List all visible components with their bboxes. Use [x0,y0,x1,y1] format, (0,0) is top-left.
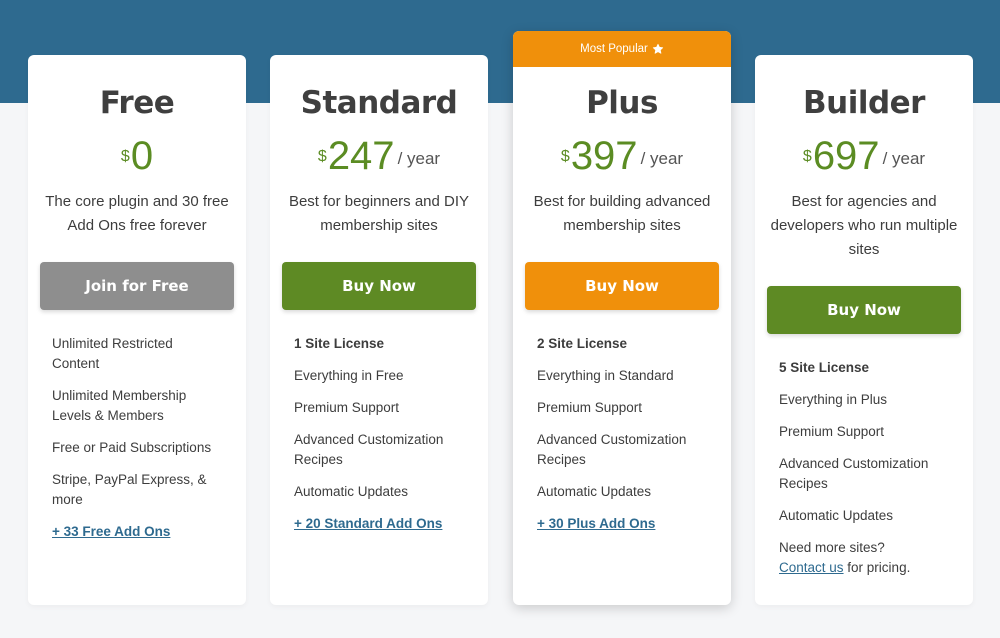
feature-list: 2 Site License Everything in Standard Pr… [537,334,707,534]
buy-now-standard-button[interactable]: Buy Now [282,262,476,310]
plan-price: $ 0 [28,134,246,178]
feature-item: Everything in Plus [779,392,888,407]
license-count: 1 Site License [294,336,385,351]
feature-item: Automatic Updates [294,484,409,499]
price-amount: 697 [812,134,880,178]
feature-item: Everything in Free [294,368,404,383]
plan-name: Plus [586,85,658,121]
feature-item: Free or Paid Subscriptions [52,440,212,455]
feature-list: 1 Site License Everything in Free Premiu… [294,334,464,534]
license-count: 5 Site License [779,360,870,375]
feature-item: Automatic Updates [779,508,894,523]
feature-item: Premium Support [779,424,885,439]
feature-item: Premium Support [294,400,400,415]
feature-item: Unlimited Restricted Content [52,336,173,371]
price-period: / year [640,149,684,168]
standard-addons-link[interactable]: + 20 Standard Add Ons [294,514,442,534]
feature-item: Unlimited Membership Levels & Members [52,388,187,423]
feature-item: Premium Support [537,400,643,415]
feature-item: Stripe, PayPal Express, & more [52,472,207,507]
more-sites-text: Need more sites? [779,540,885,555]
contact-suffix: for pricing. [843,560,911,575]
join-for-free-button[interactable]: Join for Free [40,262,234,310]
buy-now-builder-button[interactable]: Buy Now [767,286,961,334]
feature-item: Advanced Customization Recipes [294,432,444,467]
feature-list: 5 Site License Everything in Plus Premiu… [779,358,949,578]
price-period: / year [397,149,441,168]
more-sites-note: Need more sites? Contact us for pricing. [779,538,949,578]
license-count: 2 Site License [537,336,628,351]
plan-description: The core plugin and 30 free Add Ons free… [45,193,229,234]
buy-now-plus-button[interactable]: Buy Now [525,262,719,310]
plan-price: $ 697 / year [755,134,973,178]
plan-name: Builder [803,85,925,121]
feature-item: Everything in Standard [537,368,674,383]
plan-price: $ 247 / year [270,134,488,178]
price-amount: 247 [327,134,395,178]
price-period: / year [882,149,926,168]
plan-card-plus: Most Popular Plus $ 397 / year Best for … [513,31,731,605]
plan-card-standard: Standard $ 247 / year Best for beginners… [270,55,488,605]
feature-list: Unlimited Restricted Content Unlimited M… [52,334,222,542]
price-amount: 397 [570,134,638,178]
badge-label: Most Popular [580,43,648,55]
feature-item: Advanced Customization Recipes [537,432,687,467]
plus-addons-link[interactable]: + 30 Plus Add Ons [537,514,655,534]
feature-item: Automatic Updates [537,484,652,499]
feature-item: Advanced Customization Recipes [779,456,929,491]
star-icon [652,43,663,54]
price-currency: $ [802,148,812,165]
plan-description: Best for agencies and developers who run… [770,193,958,258]
most-popular-badge: Most Popular [513,31,731,67]
free-addons-link[interactable]: + 33 Free Add Ons [52,522,170,542]
plan-card-free: Free $ 0 The core plugin and 30 free Add… [28,55,246,605]
contact-us-link[interactable]: Contact us [779,560,844,575]
plan-name: Free [99,85,175,121]
plan-name: Standard [300,85,458,121]
price-currency: $ [120,148,130,165]
price-currency: $ [317,148,327,165]
plan-description: Best for building advanced membership si… [533,193,711,234]
price-amount: 0 [130,134,154,178]
plan-description: Best for beginners and DIY membership si… [288,193,470,234]
plan-price: $ 397 / year [513,134,731,178]
price-currency: $ [560,148,570,165]
plan-card-builder: Builder $ 697 / year Best for agencies a… [755,55,973,605]
